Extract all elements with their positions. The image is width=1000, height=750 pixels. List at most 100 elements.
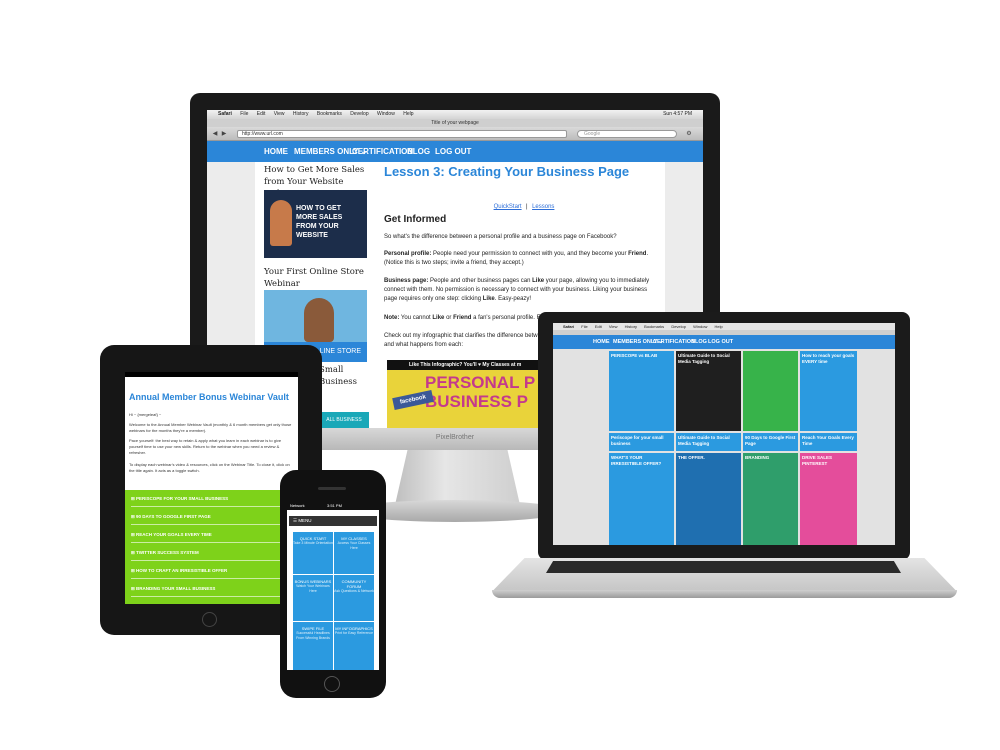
- note-friend: Friend: [453, 315, 472, 321]
- business-page-paragraph: Business page: People and other business…: [384, 277, 654, 304]
- laptop-screen: Safari File Edit View History Bookmarks …: [553, 323, 895, 545]
- sidebar-webinar-title-2[interactable]: Your First Online Store Webinar: [264, 266, 374, 290]
- tile-pinterest[interactable]: DRIVE SALES PINTEREST: [800, 453, 857, 545]
- link-lessons[interactable]: Lessons: [532, 204, 554, 210]
- tablet-home-button[interactable]: [202, 612, 217, 627]
- phone-menu-bar[interactable]: ☰ MENU: [289, 516, 377, 526]
- caption-title: 90 Days to Google First Page: [745, 435, 796, 446]
- tablet-status-bar: [125, 372, 298, 377]
- menu-history[interactable]: History: [293, 111, 309, 117]
- phone-carrier: Network: [290, 503, 305, 508]
- section-heading: Get Informed: [384, 214, 447, 225]
- menu-view[interactable]: View: [274, 111, 285, 117]
- menu-help[interactable]: Help: [403, 111, 413, 117]
- menubar-clock: Sun 4:57 PM: [663, 111, 692, 117]
- nav-blog[interactable]: BLOG: [691, 335, 707, 349]
- tile-title: THE OFFER.: [678, 455, 705, 460]
- menu-safari[interactable]: Safari: [563, 324, 574, 329]
- caption-tagging[interactable]: Ultimate Guide to Social Media Tagging: [676, 433, 741, 451]
- nav-log-out[interactable]: LOG OUT: [708, 335, 733, 349]
- phone-tile-quick-start[interactable]: QUICK START Take 3 Minute Orientation: [293, 532, 333, 574]
- mac-menu-bar: Safari File Edit View History Bookmarks …: [207, 110, 703, 119]
- menu-bookmarks[interactable]: Bookmarks: [644, 324, 664, 329]
- phone-tile-my-infographics[interactable]: MY INFOGRAPHICS Print for Easy Reference: [334, 622, 374, 670]
- forward-arrow-icon[interactable]: ▶: [220, 130, 228, 138]
- nav-log-out[interactable]: LOG OUT: [435, 141, 471, 162]
- infographic-grid: PERISCOPE vs BLAB Ultimate Guide to Soci…: [609, 351, 857, 545]
- phone-tile-swipe-file[interactable]: SWIPE FILE Successful Headlines From Winn…: [293, 622, 333, 670]
- tile-title: PERISCOPE vs BLAB: [611, 353, 658, 358]
- webinar-item-twitter[interactable]: ⊞ TWITTER SUCCESS SYSTEM: [131, 550, 296, 561]
- sidebar-webinar-banner-1[interactable]: HOW TO GET MORE SALES FROM YOUR WEBSITE: [264, 190, 367, 258]
- sidebar-webinar-title-3[interactable]: Small Business: [319, 364, 369, 388]
- back-arrow-icon[interactable]: ◀: [211, 130, 219, 138]
- tile-irresistible-offer[interactable]: WHAT'S YOUR IRRESISTIBLE OFFER?: [609, 453, 674, 545]
- vault-intro: Welcome to the Annual Member Webinar Vau…: [129, 422, 292, 433]
- tile-subtitle: Take 3 Minute Orientation: [293, 541, 333, 545]
- tile-periscope-vs-blab[interactable]: PERISCOPE vs BLAB: [609, 351, 674, 431]
- menu-window[interactable]: Window: [693, 324, 707, 329]
- p1-text: People need your permission to connect w…: [431, 251, 629, 257]
- webinar-item-label: HOW TO CRAFT AN IRRESISTIBLE OFFER: [136, 568, 228, 573]
- settings-gear-icon[interactable]: ⚙: [685, 130, 693, 138]
- phone-tile-my-classes[interactable]: MY CLASSES Access Your Classes Here: [334, 532, 374, 574]
- lesson-title: Lesson 3: Creating Your Business Page: [384, 164, 630, 179]
- nav-home[interactable]: HOME: [264, 141, 288, 162]
- tile-subtitle: Print for Easy Reference: [334, 631, 374, 635]
- menu-bookmarks[interactable]: Bookmarks: [317, 111, 342, 117]
- tile-the-offer[interactable]: THE OFFER.: [676, 453, 741, 545]
- tile-subtitle: Access Your Classes Here: [337, 541, 371, 550]
- webinar-item-google[interactable]: ⊞ 90 DAYS TO GOOGLE FIRST PAGE: [131, 514, 296, 525]
- webinar-item-goals[interactable]: ⊞ REACH YOUR GOALS EVERY TIME: [131, 532, 296, 543]
- infographic-image[interactable]: Like This Infographic? You'll ♥ My Class…: [387, 360, 547, 428]
- laptop-nav-bar: HOME MEMBERS ONLY ⌄ CERTIFICATION BLOG L…: [553, 335, 895, 349]
- hamburger-icon[interactable]: ☰: [293, 518, 297, 523]
- menu-safari[interactable]: Safari: [218, 111, 232, 117]
- p2-after: . Easy-peazy!: [494, 296, 532, 302]
- caption-periscope[interactable]: Periscope for your small business: [609, 433, 674, 451]
- webinar-item-periscope[interactable]: ⊞ PERISCOPE FOR YOUR SMALL BUSINESS: [131, 496, 296, 507]
- caption-google[interactable]: 90 Days to Google First Page: [743, 433, 798, 451]
- phone-time: 3:51 PM: [327, 503, 342, 508]
- tile-reach-goals[interactable]: How to reach your goals EVERY time: [800, 351, 857, 431]
- friend-bold: Friend: [628, 251, 647, 257]
- tile-green-infographic[interactable]: [743, 351, 798, 431]
- phone-tile-community-forum[interactable]: COMMUNITY FORUM Ask Questions & Network: [334, 575, 374, 621]
- phone-home-button[interactable]: [324, 676, 340, 692]
- vault-title: Annual Member Bonus Webinar Vault: [129, 392, 289, 402]
- tile-branding[interactable]: BRANDING: [743, 453, 798, 545]
- phone-tile-bonus-webinars[interactable]: BONUS WEBINARS Watch Your Webinars Here: [293, 575, 333, 621]
- menu-view[interactable]: View: [609, 324, 618, 329]
- webinar-item-label: PERISCOPE FOR YOUR SMALL BUSINESS: [136, 496, 229, 501]
- nav-blog[interactable]: BLOG: [407, 141, 430, 162]
- infographic-header: Like This Infographic? You'll ♥ My Class…: [387, 360, 547, 370]
- address-bar[interactable]: http://www.url.com: [237, 130, 567, 138]
- menu-file[interactable]: File: [240, 111, 248, 117]
- infographic-line-1: PERSONAL P: [425, 373, 536, 392]
- webinar-item-branding[interactable]: ⊞ BRANDING YOUR SMALL BUSINESS: [131, 586, 296, 597]
- tile-social-tagging[interactable]: Ultimate Guide to Social Media Tagging: [676, 351, 741, 431]
- menu-develop[interactable]: Develop: [671, 324, 686, 329]
- nav-certification[interactable]: CERTIFICATION: [653, 335, 695, 349]
- vault-pace-text: Pace yourself: the best way to retain & …: [129, 438, 282, 455]
- note-text3: a fan's personal profile. F: [471, 315, 541, 321]
- like-bold-2: Like: [482, 296, 495, 302]
- tile-title: DRIVE SALES PINTEREST: [802, 455, 833, 466]
- sidebar-webinar-banner-3[interactable]: ALL BUSINESS: [319, 412, 369, 428]
- caption-goals[interactable]: Reach Your Goals Every Time: [800, 433, 857, 451]
- tile-subtitle: Successful Headlines From Winning Brands: [296, 631, 330, 640]
- site-nav-bar: HOME MEMBERS ONLY ⌄ CERTIFICATION BLOG L…: [207, 141, 703, 162]
- nav-home[interactable]: HOME: [593, 335, 610, 349]
- menu-file[interactable]: File: [581, 324, 587, 329]
- search-field[interactable]: Google: [577, 130, 677, 138]
- menu-history[interactable]: History: [625, 324, 637, 329]
- menu-edit[interactable]: Edit: [595, 324, 602, 329]
- webinar-item-offer[interactable]: ⊞ HOW TO CRAFT AN IRRESISTIBLE OFFER: [131, 568, 296, 579]
- menu-edit[interactable]: Edit: [257, 111, 266, 117]
- menu-develop[interactable]: Develop: [350, 111, 368, 117]
- menu-window[interactable]: Window: [377, 111, 395, 117]
- nav-certification[interactable]: CERTIFICATION: [352, 141, 413, 162]
- menu-help[interactable]: Help: [714, 324, 722, 329]
- link-quickstart[interactable]: QuickStart: [494, 204, 522, 210]
- like-bold-1: Like: [532, 278, 545, 284]
